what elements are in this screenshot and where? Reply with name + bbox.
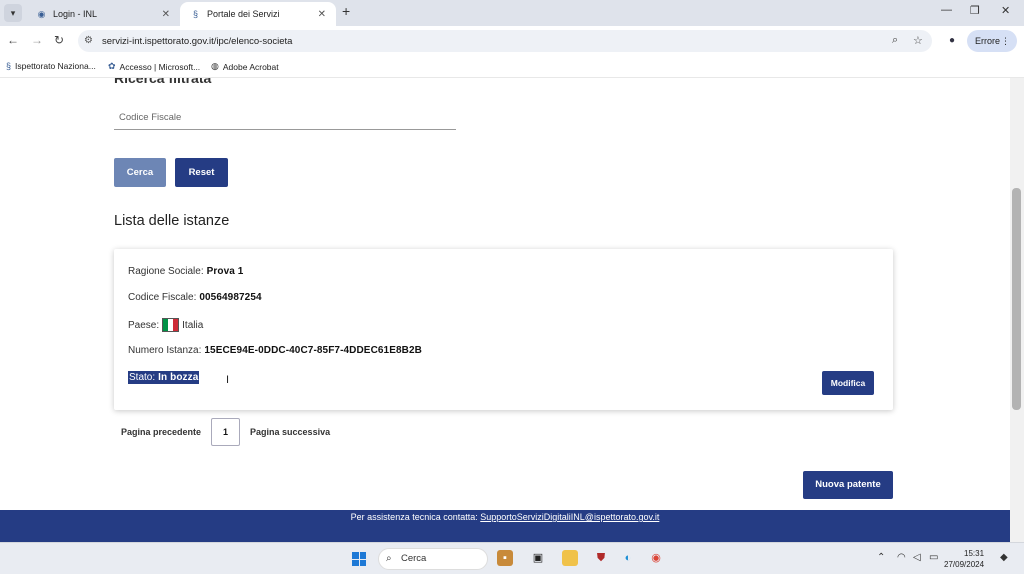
clock-time: 15:31 bbox=[964, 549, 985, 558]
windows-taskbar: ⌕ Cerca ▪ ▣ ⛊ ◐ ◉ ⌃ ◠ ◁ ▭ 15:31 27/09/20… bbox=[0, 542, 1024, 574]
tab-portale-servizi[interactable]: § Portale dei Servizi ✕ bbox=[180, 2, 336, 26]
modifica-button[interactable]: Modifica bbox=[822, 371, 874, 395]
chrome-browser-icon[interactable]: ◉ bbox=[648, 550, 664, 566]
tab-label: Login - INL bbox=[53, 9, 98, 19]
new-tab-plus-icon[interactable]: + bbox=[342, 3, 350, 19]
chevron-up-icon[interactable]: ⌃ bbox=[877, 552, 885, 563]
scrollbar-thumb[interactable] bbox=[1012, 188, 1021, 410]
close-icon[interactable]: ✕ bbox=[318, 9, 326, 20]
speaker-icon[interactable]: ◁ bbox=[913, 552, 921, 563]
file-explorer-icon[interactable] bbox=[562, 550, 578, 566]
reload-icon[interactable]: ↻ bbox=[54, 33, 64, 47]
back-arrow-icon[interactable]: ← bbox=[7, 33, 19, 47]
briefcase-app-icon[interactable]: ▪ bbox=[497, 550, 513, 566]
bookmark-star-icon[interactable]: ☆ bbox=[913, 34, 923, 47]
tab-label: Portale dei Servizi bbox=[207, 9, 280, 19]
zoom-icon[interactable]: ⌕ bbox=[892, 34, 898, 47]
codice-fiscale-input[interactable] bbox=[114, 105, 456, 130]
footer-assistance-text: Per assistenza tecnica contatta: bbox=[350, 512, 478, 522]
pagina-precedente-link[interactable]: Pagina precedente bbox=[121, 427, 201, 437]
restore-icon[interactable]: ❐ bbox=[970, 4, 980, 17]
inl-logo-icon: § bbox=[192, 8, 198, 19]
kebab-menu-icon[interactable]: ⋮ bbox=[1001, 30, 1010, 52]
footer-text: Per assistenza tecnica contatta: Support… bbox=[0, 512, 1010, 522]
taskbar-clock[interactable]: 15:31 27/09/2024 bbox=[944, 548, 984, 570]
bookmark-microsoft[interactable]: ✿ Accesso | Microsoft... bbox=[108, 61, 200, 72]
task-view-icon[interactable]: ▣ bbox=[530, 550, 546, 566]
window-close-icon[interactable]: ✕ bbox=[1001, 4, 1010, 17]
site-info-icon[interactable]: ⚙ bbox=[84, 35, 93, 46]
page-content: Ricerca filtrata Cerca Reset Lista delle… bbox=[0, 78, 1010, 510]
italy-flag-icon bbox=[162, 318, 180, 332]
list-title: Lista delle istanze bbox=[114, 213, 230, 229]
text-cursor-icon: I bbox=[226, 374, 230, 386]
stato-row-selected[interactable]: Stato: In bozza bbox=[128, 371, 200, 384]
globe-icon: ◉ bbox=[37, 8, 46, 19]
stato-value: In bozza bbox=[158, 372, 199, 383]
paese-row: Paese: Italia bbox=[128, 318, 203, 332]
globe-icon: ◍ bbox=[211, 61, 219, 71]
wifi-icon[interactable]: ◠ bbox=[897, 552, 906, 563]
page-number-current[interactable]: 1 bbox=[211, 418, 241, 446]
profile-error-label: Errore bbox=[975, 36, 1001, 46]
forward-arrow-icon[interactable]: → bbox=[31, 33, 43, 47]
minimize-icon[interactable]: — bbox=[941, 4, 952, 16]
ragione-sociale-label: Ragione Sociale: bbox=[128, 266, 204, 277]
tab-search-dropdown-icon[interactable]: ▾ bbox=[4, 4, 22, 22]
codice-fiscale-label: Codice Fiscale: bbox=[128, 292, 197, 303]
numero-istanza-row: Numero Istanza: 15ECE94E-0DDC-40C7-85F7-… bbox=[128, 345, 422, 356]
nuova-patente-button[interactable]: Nuova patente bbox=[803, 471, 893, 499]
security-shield-icon[interactable]: ⛊ bbox=[593, 550, 609, 566]
bookmark-label: Ispettorato Naziona... bbox=[15, 61, 96, 71]
istanza-card: Ragione Sociale: Prova 1 Codice Fiscale:… bbox=[114, 249, 893, 410]
edge-browser-icon[interactable]: ◐ bbox=[620, 550, 636, 566]
cerca-button[interactable]: Cerca bbox=[114, 158, 166, 187]
inl-logo-icon: § bbox=[6, 61, 12, 71]
bookmark-label: Accesso | Microsoft... bbox=[119, 61, 201, 72]
tab-login-inl[interactable]: ◉ Login - INL ✕ bbox=[26, 2, 180, 26]
bookmarks-bar: § Ispettorato Naziona... ✿ Accesso | Mic… bbox=[0, 56, 1024, 78]
close-icon[interactable]: ✕ bbox=[162, 9, 170, 20]
clock-date: 27/09/2024 bbox=[944, 560, 985, 569]
battery-icon[interactable]: ▭ bbox=[929, 552, 938, 563]
codice-fiscale-value: 00564987254 bbox=[199, 292, 262, 303]
windows-start-icon[interactable] bbox=[352, 552, 366, 566]
microsoft-icon: ✿ bbox=[108, 61, 116, 71]
footer-email-link[interactable]: SupportoServiziDigitaliINL@ispettorato.g… bbox=[480, 512, 659, 522]
pagination: Pagina precedente 1 Pagina successiva bbox=[121, 418, 330, 446]
scrollbar-track-end bbox=[1010, 510, 1024, 542]
bookmark-label: Adobe Acrobat bbox=[222, 61, 279, 72]
search-icon: ⌕ bbox=[386, 553, 392, 564]
numero-istanza-label: Numero Istanza: bbox=[128, 345, 202, 356]
ragione-sociale-value: Prova 1 bbox=[206, 266, 244, 277]
paese-value: Italia bbox=[182, 319, 204, 331]
numero-istanza-value: 15ECE94E-0DDC-40C7-85F7-4DDEC61E8B2B bbox=[204, 345, 422, 356]
paese-label: Paese: bbox=[128, 319, 160, 331]
codice-fiscale-row: Codice Fiscale: 00564987254 bbox=[128, 292, 262, 303]
profile-avatar-icon[interactable]: ● bbox=[944, 33, 960, 49]
search-section-title: Ricerca filtrata bbox=[114, 78, 212, 86]
ragione-sociale-row: Ragione Sociale: Prova 1 bbox=[128, 266, 243, 277]
address-bar: ← → ↻ ⚙ servizi-int.ispettorato.gov.it/i… bbox=[0, 26, 1024, 56]
profile-error-button[interactable]: Errore ⋮ bbox=[967, 30, 1017, 52]
taskbar-search-label: Cerca bbox=[401, 553, 427, 564]
page-footer: Per assistenza tecnica contatta: Support… bbox=[0, 510, 1010, 542]
bookmark-adobe-acrobat[interactable]: ◍ Adobe Acrobat bbox=[211, 61, 279, 72]
bookmark-ispettorato[interactable]: § Ispettorato Naziona... bbox=[6, 61, 96, 71]
notification-bell-icon[interactable]: ◆ bbox=[1000, 552, 1008, 563]
taskbar-search[interactable]: ⌕ Cerca bbox=[378, 548, 488, 570]
reset-button[interactable]: Reset bbox=[175, 158, 228, 187]
pagina-successiva-link[interactable]: Pagina successiva bbox=[250, 427, 330, 437]
stato-label: Stato: bbox=[129, 372, 156, 383]
browser-tab-bar: ▾ ◉ Login - INL ✕ § Portale dei Servizi … bbox=[0, 0, 1024, 26]
url-text[interactable]: servizi-int.ispettorato.gov.it/ipc/elenc… bbox=[102, 36, 292, 47]
